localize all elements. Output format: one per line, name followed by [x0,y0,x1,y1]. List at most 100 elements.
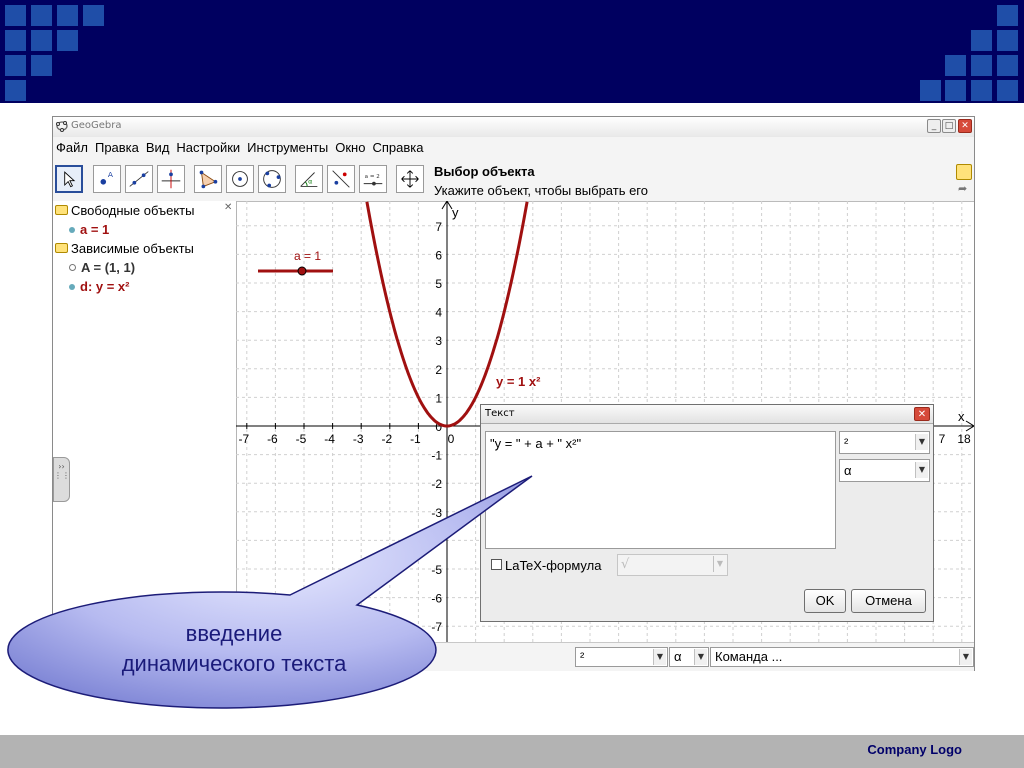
text-dialog: Текст ✕ "y = " + a + " x²" ² ▼ α ▼ LaTeX-фо… [480,404,934,622]
algebra-item-d[interactable]: d: y = x² [69,279,130,294]
menu-window[interactable]: Окно [332,137,369,155]
banner-square [997,55,1018,76]
circle-three-points-icon [263,170,281,188]
x-tick-label: -5 [296,432,307,446]
visibility-bullet-icon[interactable] [69,284,75,290]
banner-square [971,80,992,101]
x-tick-label: -1 [410,432,421,446]
menu-edit[interactable]: Правка [92,137,143,155]
move-tool-button[interactable] [55,165,83,193]
slide-header-banner [0,0,1024,103]
y-tick-label: -6 [431,592,442,606]
text-input-area[interactable]: "y = " + a + " x²" [485,431,836,549]
banner-square [997,5,1018,26]
circle-three-points-tool-button[interactable] [258,165,286,193]
minimize-button[interactable]: _ [927,119,941,133]
chevron-down-icon: ▼ [915,462,928,478]
perpendicular-line-icon [161,169,181,189]
move-arrows-icon [401,170,419,188]
x-tick-label: -4 [324,432,335,446]
slider-handle [297,266,307,276]
banner-square [57,5,78,26]
y-tick-label: -3 [431,506,442,520]
toolbar: A α a = 2 Выбор объекта Укажите объект, … [53,159,974,202]
x-tick-label: -7 [238,432,249,446]
reflect-tool-button[interactable] [327,165,355,193]
svg-text:a = 2: a = 2 [365,174,380,180]
folder-icon [55,205,68,215]
y-tick-label: 2 [435,363,442,377]
banner-square [5,30,26,51]
latex-checkbox-row[interactable]: LaTeX-формула [491,558,601,573]
latex-label: LaTeX-формула [505,558,602,573]
y-tick-label: 5 [435,277,442,291]
algebra-item-a[interactable]: a = 1 [69,222,109,237]
slider-icon: a = 2 [363,174,383,186]
menu-help[interactable]: Справка [369,137,427,155]
banner-square [945,55,966,76]
move-view-tool-button[interactable] [396,165,424,193]
circle-tool-button[interactable] [226,165,254,193]
algebra-item-point-a[interactable]: A = (1, 1) [69,260,135,275]
angle-tool-button[interactable]: α [295,165,323,193]
menu-view[interactable]: Вид [143,137,174,155]
symbol-select[interactable]: ² ▼ [839,431,930,454]
input-symbol-select[interactable]: ² ▼ [575,647,668,667]
svg-text:α: α [308,178,312,186]
y-tick-label: -2 [431,477,442,491]
close-view-icon[interactable]: ✕ [224,202,232,213]
banner-square [31,5,52,26]
undo-icon[interactable] [956,164,972,180]
menu-tools[interactable]: Инструменты [244,137,332,155]
y-tick-label: 1 [435,391,442,405]
banner-square [31,30,52,51]
y-tick-label: 3 [435,334,442,348]
ok-button[interactable]: OK [804,589,846,613]
close-icon[interactable]: ✕ [914,407,930,421]
y-tick-label: -5 [431,563,442,577]
close-window-button[interactable]: ✕ [958,119,972,133]
cancel-button[interactable]: Отмена [851,589,926,613]
visibility-bullet-icon[interactable] [69,227,75,233]
free-objects-node[interactable]: Свободные объекты [55,203,194,218]
latex-formula-select: √ ▼ [617,554,728,576]
chevron-down-icon: ▼ [713,556,726,572]
command-select[interactable]: Команда ... ▼ [710,647,974,667]
chevron-down-icon: ▼ [653,649,666,665]
svg-text:A: A [108,170,113,179]
menu-file[interactable]: Файл [53,137,92,155]
sidebar-toggle-handle[interactable]: ›› ⋮⋮ [53,457,70,502]
banner-square [5,55,26,76]
banner-square [83,5,104,26]
y-tick-label: 7 [435,220,442,234]
x-axis-label: x [958,409,965,424]
window-titlebar: GeoGebra _ □ ✕ [53,117,974,138]
banner-square [5,5,26,26]
banner-square [945,80,966,101]
folder-icon [55,243,68,253]
visibility-bullet-icon[interactable] [69,264,76,271]
point-tool-button[interactable]: A [93,165,121,193]
x-tick-label: 0 [448,432,455,446]
y-tick-label: 6 [435,248,442,262]
maximize-button[interactable]: □ [942,119,956,133]
chevron-down-icon: ▼ [959,649,972,665]
slider-label: a = 1 [294,249,321,263]
greek-letter-select[interactable]: α ▼ [839,459,930,482]
polygon-tool-button[interactable] [194,165,222,193]
chevron-down-icon: ▼ [915,434,928,450]
banner-square [31,55,52,76]
banner-square [5,80,26,101]
x-tick-label: -3 [353,432,364,446]
geogebra-logo-icon [56,121,68,132]
dependent-objects-node[interactable]: Зависимые объекты [55,241,194,256]
perpendicular-tool-button[interactable] [157,165,185,193]
menu-settings[interactable]: Настройки [173,137,244,155]
input-greek-select[interactable]: α ▼ [669,647,709,667]
latex-checkbox[interactable] [491,559,502,570]
algebra-view: ✕ Свободные объекты a = 1 Зависимые объе… [53,201,237,642]
banner-square [997,30,1018,51]
redo-icon[interactable]: ➦ [958,182,972,196]
line-tool-button[interactable] [125,165,153,193]
slider-tool-button[interactable]: a = 2 [359,165,387,193]
